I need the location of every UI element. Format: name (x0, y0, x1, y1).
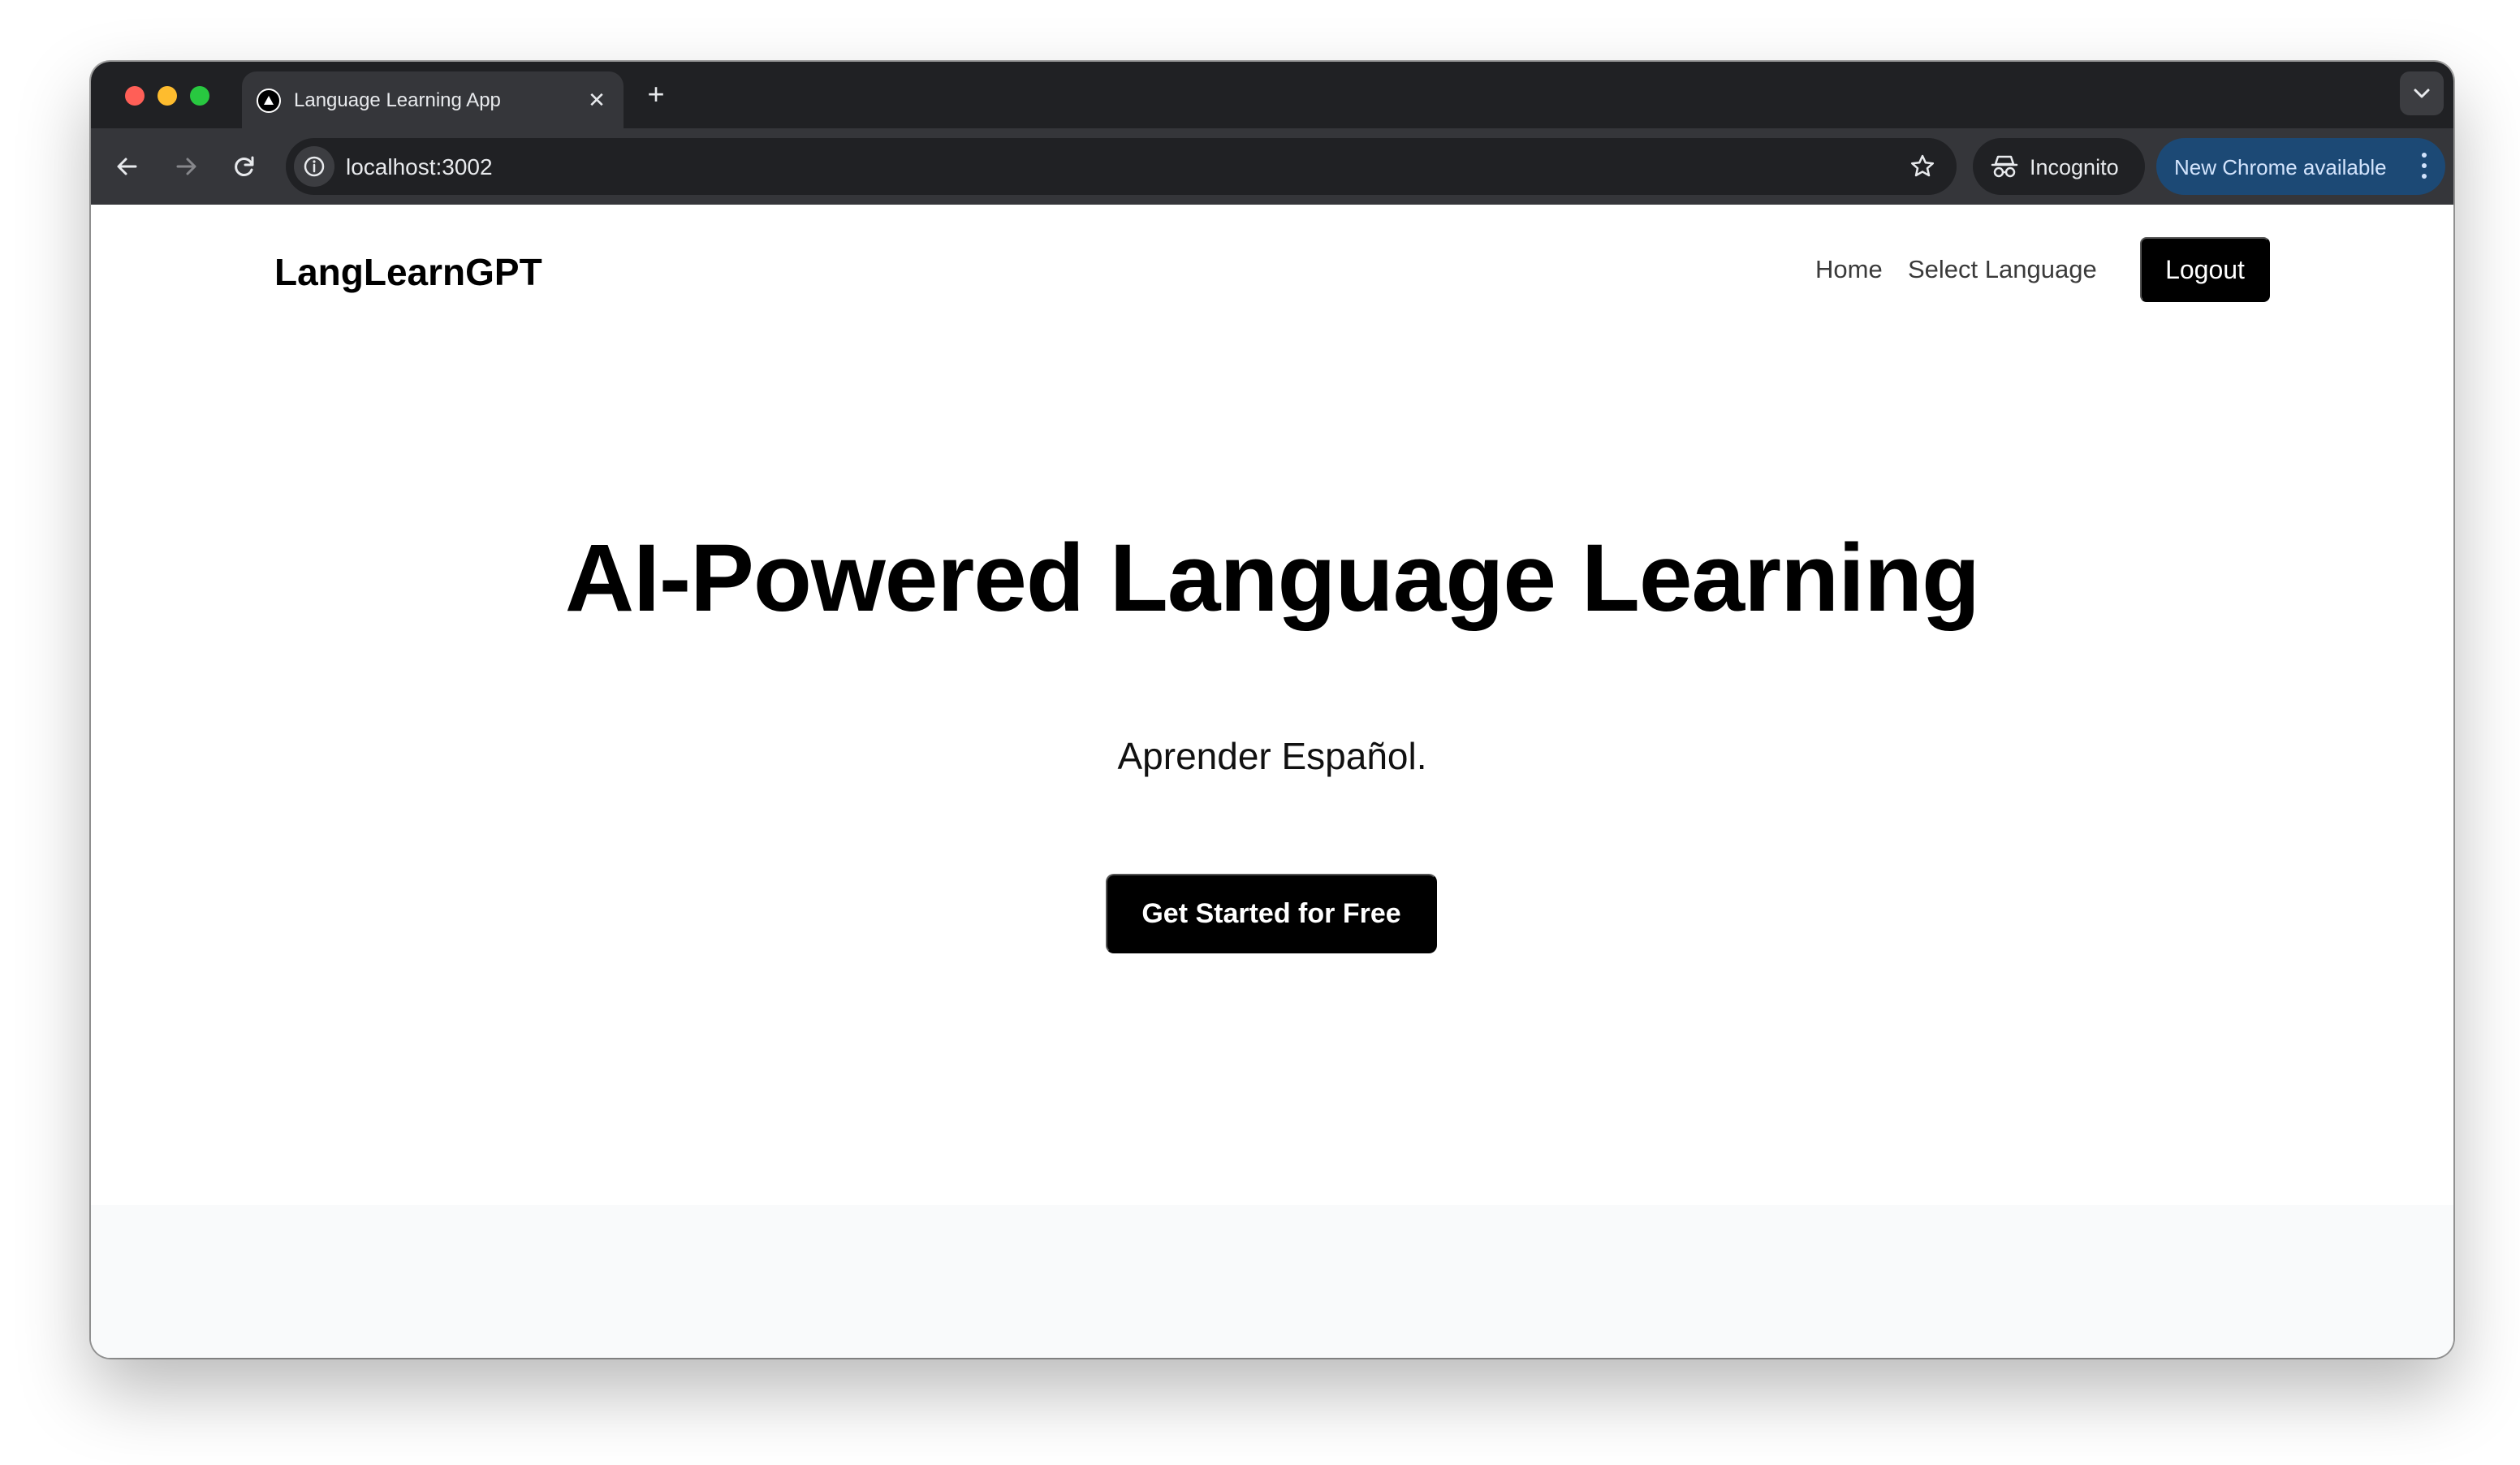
hero-title: AI-Powered Language Learning (564, 525, 1980, 632)
footer-section (91, 1205, 2453, 1358)
reload-icon[interactable] (226, 148, 263, 185)
browser-toolbar: localhost:3002 Incognito New Chrome avai… (91, 128, 2453, 205)
info-icon (304, 156, 325, 177)
site-info-button[interactable] (294, 146, 334, 187)
more-menu-icon[interactable] (2421, 153, 2427, 180)
tab-title: Language Learning App (294, 89, 501, 111)
minimize-window-button[interactable] (158, 86, 177, 106)
tab-strip: Language Learning App ✕ + (91, 62, 2453, 128)
close-window-button[interactable] (125, 86, 145, 106)
incognito-label: Incognito (2030, 155, 2119, 179)
tab-search-button[interactable] (2400, 71, 2444, 115)
hero-subtitle: Aprender Español. (1117, 735, 1427, 777)
browser-tab-active[interactable]: Language Learning App ✕ (242, 71, 624, 128)
chrome-update-label: New Chrome available (2174, 155, 2387, 179)
new-tab-button[interactable]: + (638, 76, 674, 112)
nav-link-home[interactable]: Home (1815, 255, 1883, 284)
favicon-icon (257, 89, 281, 113)
address-bar[interactable]: localhost:3002 (286, 138, 1957, 195)
tab-close-icon[interactable]: ✕ (585, 88, 609, 112)
browser-window: Language Learning App ✕ + localhost:3002… (91, 62, 2453, 1358)
incognito-icon (1991, 155, 2018, 178)
incognito-indicator[interactable]: Incognito (1973, 138, 2145, 195)
forward-arrow-icon[interactable] (167, 148, 205, 185)
site-logo[interactable]: LangLearnGPT (274, 250, 542, 294)
back-arrow-icon[interactable] (109, 148, 146, 185)
bookmark-star-icon[interactable] (1908, 152, 1937, 181)
logout-button[interactable]: Logout (2140, 237, 2270, 302)
url-text[interactable]: localhost:3002 (346, 154, 493, 180)
maximize-window-button[interactable] (190, 86, 209, 106)
get-started-button[interactable]: Get Started for Free (1106, 874, 1437, 953)
web-page: LangLearnGPT Home Select Language Logout… (91, 205, 2453, 1358)
chevron-down-icon (2414, 89, 2430, 98)
chrome-update-button[interactable]: New Chrome available (2156, 138, 2445, 195)
site-header: LangLearnGPT Home Select Language Logout (91, 205, 2453, 335)
nav-link-select-language[interactable]: Select Language (1908, 255, 2097, 284)
